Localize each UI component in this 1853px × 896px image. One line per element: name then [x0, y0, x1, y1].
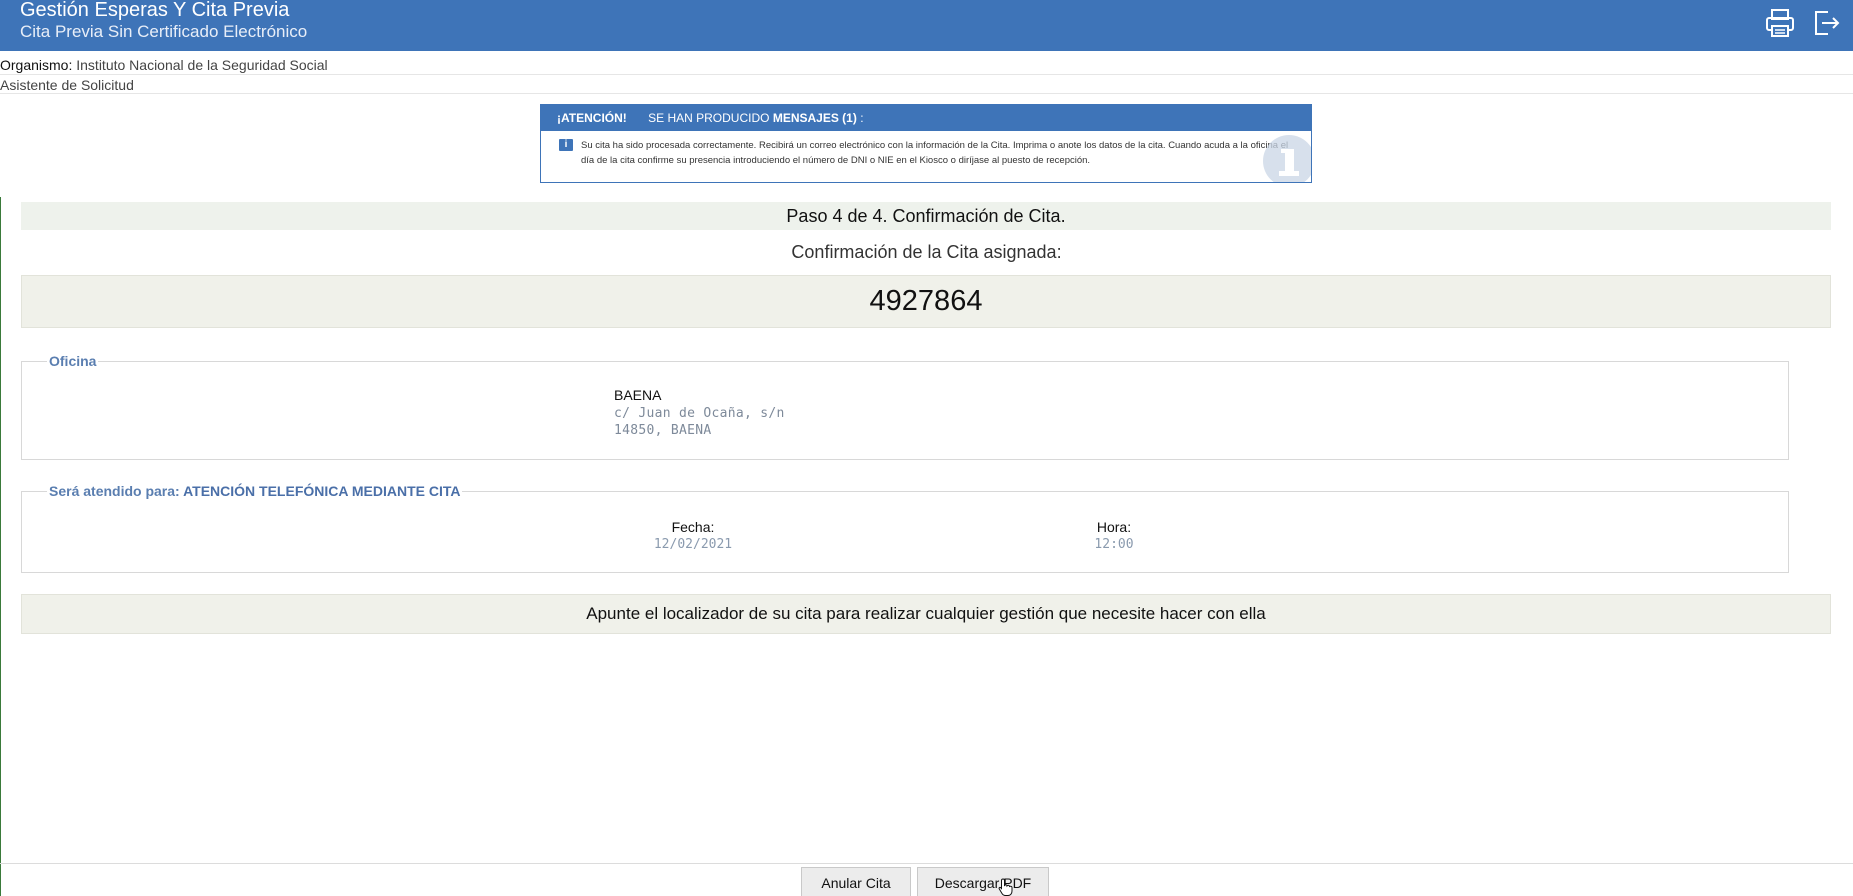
oficina-legend: Oficina [47, 353, 99, 369]
organismo-value: Instituto Nacional de la Seguridad Socia… [76, 57, 328, 73]
alert-header: ¡ATENCIÓN! SE HAN PRODUCIDO MENSAJES (1)… [541, 105, 1311, 131]
app-title: Gestión Esperas Y Cita Previa [20, 0, 290, 21]
cancel-appointment-button[interactable]: Anular Cita [801, 867, 911, 896]
content-border [0, 197, 1, 896]
printer-icon[interactable] [1763, 6, 1797, 40]
alert-pre: SE HAN PRODUCIDO [648, 111, 770, 125]
alert-attention: ¡ATENCIÓN! [557, 111, 627, 125]
step-indicator: Paso 4 de 4. Confirmación de Cita. [21, 202, 1831, 230]
fecha-group: Fecha: 12/02/2021 [633, 519, 753, 553]
alert-body: i Su cita ha sido procesada correctament… [541, 131, 1311, 168]
atendido-service: ATENCIÓN TELEFÓNICA MEDIANTE CITA [183, 483, 461, 499]
app-subtitle: Cita Previa Sin Certificado Electrónico [20, 22, 308, 41]
office-address: c/ Juan de Ocaña, s/n [614, 405, 785, 421]
oficina-section: Oficina [21, 353, 1789, 460]
atendido-legend: Será atendido para: ATENCIÓN TELEFÓNICA … [47, 483, 463, 499]
hora-value: 12:00 [1094, 537, 1134, 552]
info-icon: i [559, 139, 573, 151]
alert-box: ¡ATENCIÓN! SE HAN PRODUCIDO MENSAJES (1)… [540, 104, 1312, 183]
info-watermark-icon [1263, 135, 1311, 182]
locator-note: Apunte el localizador de su cita para re… [21, 594, 1831, 634]
asistente-label: Asistente de Solicitud [0, 77, 134, 93]
hora-label: Hora: [1096, 519, 1132, 535]
footer-divider [0, 863, 1853, 864]
fecha-label: Fecha: [671, 519, 715, 535]
office-details: BAENA c/ Juan de Ocaña, s/n 14850, BAENA [614, 387, 785, 440]
confirmation-label: Confirmación de la Cita asignada: [791, 242, 1062, 262]
alert-suffix: : [856, 111, 864, 125]
divider [0, 93, 1853, 94]
alert-mensajes: MENSAJES (1) [772, 111, 857, 125]
download-pdf-button[interactable]: Descargar PDF [917, 867, 1049, 896]
divider [0, 74, 1853, 75]
atendido-section: Será atendido para: ATENCIÓN TELEFÓNICA … [21, 483, 1789, 573]
confirmation-code: 4927864 [21, 275, 1831, 328]
hora-group: Hora: 12:00 [1084, 519, 1144, 553]
organismo-line: Organismo: Instituto Nacional de la Segu… [0, 56, 328, 74]
hand-cursor-icon [998, 878, 1013, 896]
atendido-legend-prefix: Será atendido para: [49, 483, 180, 499]
app-header: Gestión Esperas Y Cita Previa Cita Previ… [0, 0, 1853, 51]
organismo-label: Organismo: [0, 57, 73, 73]
fecha-value: 12/02/2021 [653, 537, 733, 552]
logout-icon[interactable] [1808, 6, 1842, 40]
alert-message: Su cita ha sido procesada correctamente.… [581, 140, 1289, 166]
office-postal: 14850, BAENA [614, 423, 712, 438]
office-name: BAENA [614, 387, 662, 403]
